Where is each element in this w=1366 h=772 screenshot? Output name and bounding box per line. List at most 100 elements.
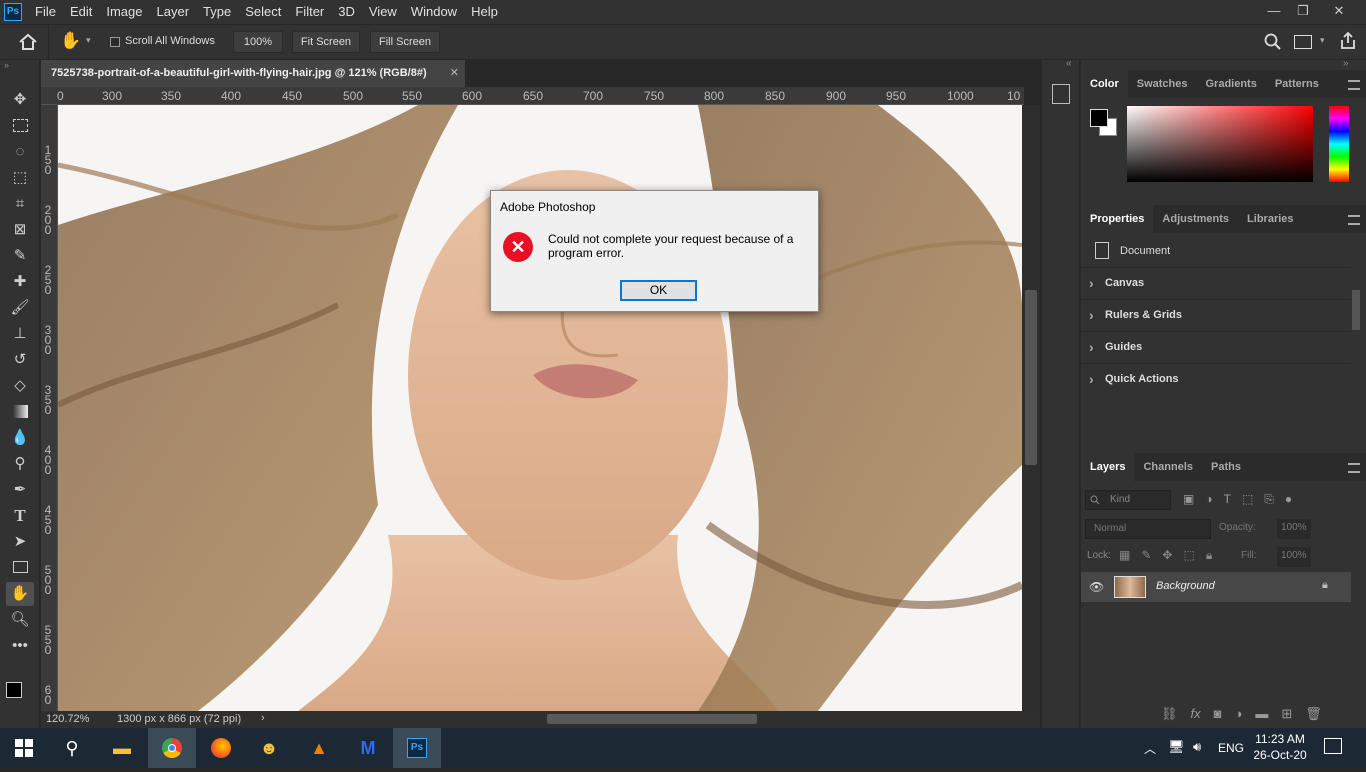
horizontal-scrollbar[interactable]: [547, 714, 757, 724]
blur-tool-icon[interactable]: 💧: [6, 426, 34, 450]
filter-toggle-icon[interactable]: ●: [1285, 492, 1292, 507]
zoom-tool-icon[interactable]: 🔍︎: [6, 608, 34, 632]
scroll-thumb[interactable]: [1025, 290, 1037, 465]
clone-stamp-tool-icon[interactable]: ⊥: [6, 322, 34, 346]
notification-icon[interactable]: [1324, 738, 1342, 754]
new-layer-icon[interactable]: ⊞: [1281, 706, 1292, 722]
hand-tool-icon[interactable]: ✋: [6, 582, 34, 606]
zoom-100-button[interactable]: 100%: [233, 31, 283, 53]
visibility-eye-icon[interactable]: 👁︎: [1089, 580, 1104, 594]
healing-brush-tool-icon[interactable]: ✚: [6, 270, 34, 294]
menu-edit[interactable]: Edit: [63, 0, 99, 24]
lock-position-icon[interactable]: ✥: [1162, 548, 1172, 563]
section-rulers-grids[interactable]: Rulers & Grids: [1081, 299, 1351, 331]
lock-transparent-icon[interactable]: ▦: [1119, 548, 1130, 563]
shape-filter-icon[interactable]: ⬚: [1242, 492, 1253, 507]
smart-object-filter-icon[interactable]: ⎘: [1264, 492, 1274, 507]
eraser-tool-icon[interactable]: ◇: [6, 374, 34, 398]
vertical-scrollbar[interactable]: [1022, 105, 1040, 711]
malwarebytes-icon[interactable]: M: [344, 728, 392, 768]
adjustment-layer-icon[interactable]: ◑: [1235, 706, 1243, 722]
fill-input[interactable]: 100%: [1277, 547, 1311, 567]
color-field[interactable]: [1127, 106, 1313, 182]
vlc-icon[interactable]: ▲: [295, 728, 343, 768]
fit-screen-button[interactable]: Fit Screen: [292, 31, 360, 53]
search-icon[interactable]: ⚲: [48, 728, 96, 768]
menu-type[interactable]: Type: [196, 0, 238, 24]
color-tab-color[interactable]: Color: [1081, 70, 1128, 98]
firefox-icon[interactable]: [197, 728, 245, 768]
lock-all-icon[interactable]: 🔒︎: [1206, 548, 1212, 563]
volume-icon[interactable]: 🔊︎: [1193, 739, 1201, 755]
chevron-down-icon[interactable]: ▾: [86, 35, 91, 46]
layers-tab-layers[interactable]: Layers: [1081, 453, 1135, 481]
section-quick-actions[interactable]: Quick Actions: [1081, 363, 1351, 395]
document-tab[interactable]: 7525738-portrait-of-a-beautiful-girl-wit…: [41, 60, 465, 87]
path-selection-tool-icon[interactable]: ➤: [6, 530, 34, 554]
properties-scrollbar[interactable]: [1352, 290, 1360, 330]
delete-layer-icon[interactable]: 🗑︎: [1305, 706, 1322, 722]
menu-layer[interactable]: Layer: [150, 0, 197, 24]
network-icon[interactable]: 🖥︎: [1168, 739, 1185, 755]
lasso-tool-icon[interactable]: ◌: [6, 140, 34, 164]
object-selection-tool-icon[interactable]: ⬚: [6, 166, 34, 190]
properties-tab-properties[interactable]: Properties: [1081, 205, 1154, 233]
zoom-readout[interactable]: 120.72%: [46, 713, 89, 725]
type-tool-icon[interactable]: T: [6, 504, 34, 528]
properties-tab-libraries[interactable]: Libraries: [1238, 205, 1302, 233]
frame-tool-icon[interactable]: ⊠: [6, 218, 34, 242]
section-guides[interactable]: Guides: [1081, 331, 1351, 363]
layers-tab-paths[interactable]: Paths: [1202, 453, 1250, 481]
chrome-icon[interactable]: [148, 728, 196, 768]
marquee-tool-icon[interactable]: [6, 114, 34, 138]
crop-tool-icon[interactable]: ⌗: [6, 192, 34, 216]
hand-tool-icon[interactable]: ✋: [60, 31, 82, 53]
pen-tool-icon[interactable]: ✒: [6, 478, 34, 502]
color-tab-gradients[interactable]: Gradients: [1196, 70, 1265, 98]
panel-menu-icon[interactable]: [1348, 463, 1360, 473]
language-indicator[interactable]: ENG: [1218, 741, 1244, 755]
minimize-button[interactable]: —: [1259, 0, 1289, 24]
chevron-up-icon[interactable]: ︿: [1144, 740, 1156, 757]
scroll-all-checkbox[interactable]: [110, 37, 120, 47]
rectangle-tool-icon[interactable]: [6, 556, 34, 580]
fx-icon[interactable]: fx: [1191, 706, 1201, 722]
close-tab-icon[interactable]: ✕: [450, 60, 459, 87]
blend-mode-select[interactable]: Normal: [1085, 519, 1211, 539]
panel-menu-icon[interactable]: [1348, 80, 1360, 90]
more-tools-icon[interactable]: •••: [6, 634, 34, 658]
brush-tool-icon[interactable]: 🖌: [6, 296, 34, 320]
search-icon[interactable]: [1264, 33, 1282, 51]
menu-filter[interactable]: Filter: [288, 0, 331, 24]
fill-screen-button[interactable]: Fill Screen: [370, 31, 440, 53]
ok-button[interactable]: OK: [620, 280, 697, 301]
close-button[interactable]: ✕: [1324, 0, 1354, 24]
history-brush-tool-icon[interactable]: ↺: [6, 348, 34, 372]
history-panel-icon[interactable]: [1052, 84, 1070, 104]
color-tab-swatches[interactable]: Swatches: [1128, 70, 1197, 98]
app-icon[interactable]: ☻: [245, 728, 293, 768]
link-layers-icon[interactable]: ⛓: [1161, 706, 1178, 722]
share-icon[interactable]: [1338, 31, 1358, 51]
dodge-tool-icon[interactable]: ⚲: [6, 452, 34, 476]
new-group-icon[interactable]: ▬: [1255, 706, 1268, 722]
panel-menu-icon[interactable]: [1348, 215, 1360, 225]
lock-pixels-icon[interactable]: ✎: [1141, 548, 1151, 563]
menu-help[interactable]: Help: [464, 0, 505, 24]
file-explorer-icon[interactable]: ▬: [98, 728, 146, 768]
menu-3d[interactable]: 3D: [331, 0, 362, 24]
foreground-color-swatch[interactable]: [1090, 109, 1108, 127]
clock[interactable]: 11:23 AM 26-Oct-20: [1250, 731, 1310, 763]
chevron-down-icon[interactable]: ▾: [1320, 35, 1325, 46]
lock-artboard-icon[interactable]: ⬚: [1183, 548, 1194, 563]
photoshop-taskbar-icon[interactable]: Ps: [393, 728, 441, 768]
menu-image[interactable]: Image: [99, 0, 149, 24]
menu-window[interactable]: Window: [404, 0, 464, 24]
properties-tab-adjustments[interactable]: Adjustments: [1153, 205, 1238, 233]
add-mask-icon[interactable]: ◙: [1214, 706, 1222, 722]
menu-view[interactable]: View: [362, 0, 404, 24]
home-icon[interactable]: [18, 33, 38, 51]
collapse-icon[interactable]: «: [1066, 58, 1072, 69]
type-filter-icon[interactable]: T: [1224, 492, 1231, 507]
menu-select[interactable]: Select: [238, 0, 288, 24]
